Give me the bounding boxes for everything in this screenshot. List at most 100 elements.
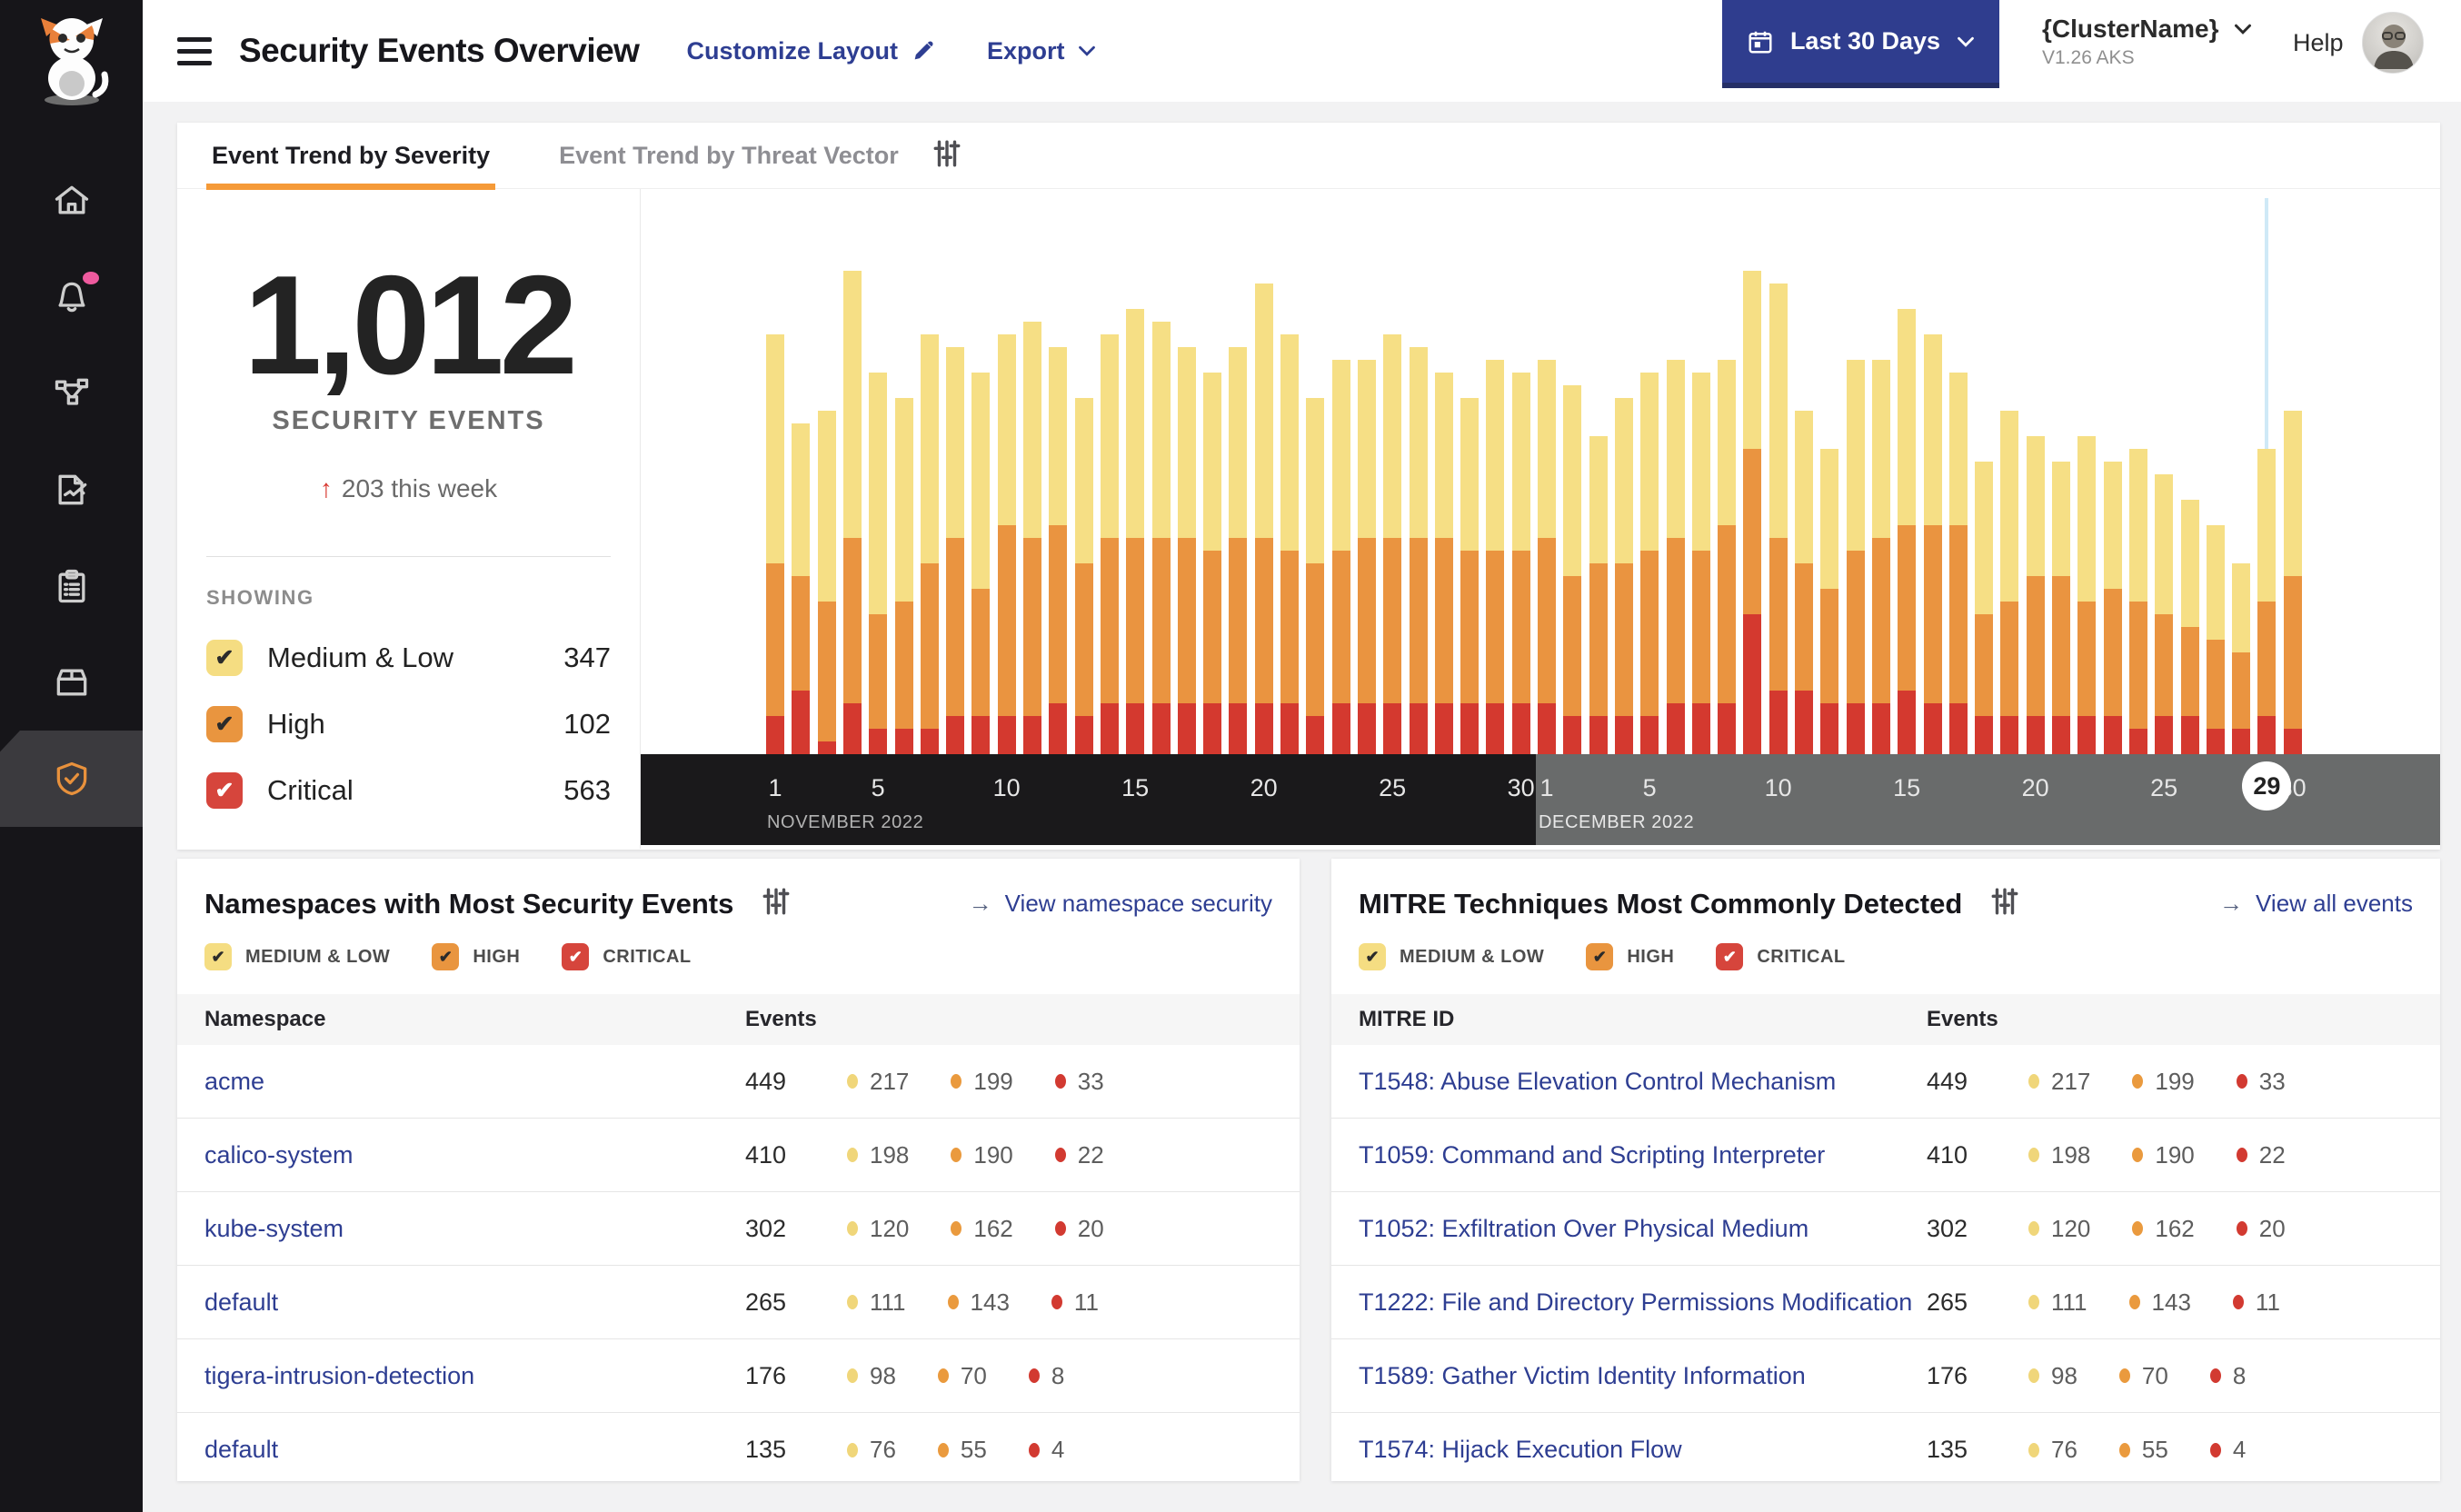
stacked-bar-dec-1[interactable] [1538, 360, 1556, 754]
row-link[interactable]: calico-system [177, 1141, 745, 1169]
stacked-bar-nov-1[interactable] [766, 334, 784, 754]
app-logo-cat-mascot[interactable] [28, 13, 115, 112]
stacked-bar-nov-21[interactable] [1280, 334, 1299, 754]
severity-filter-medium_low[interactable]: ✔ Medium & Low 347 [206, 640, 611, 676]
row-link[interactable]: T1222: File and Directory Permissions Mo… [1331, 1288, 1927, 1317]
stacked-bar-nov-30[interactable] [1511, 373, 1530, 754]
checkbox-checked-icon[interactable]: ✔ [1586, 943, 1614, 970]
stacked-bar-nov-3[interactable] [817, 411, 836, 754]
sidebar-item-compliance[interactable] [0, 538, 143, 634]
mitre-settings-button[interactable] [1989, 886, 2020, 921]
stacked-bar-dec-30[interactable] [2283, 411, 2302, 754]
stacked-bar-nov-8[interactable] [946, 347, 965, 754]
row-link[interactable]: T1059: Command and Scripting Interpreter [1331, 1141, 1927, 1169]
sidebar-item-threat-defense[interactable] [0, 731, 143, 827]
help-link[interactable]: Help [2293, 29, 2344, 57]
stacked-bar-dec-12[interactable] [1820, 449, 1839, 754]
selected-day-marker[interactable]: 29 [2242, 761, 2292, 811]
stacked-bar-dec-15[interactable] [1898, 309, 1917, 754]
row-link[interactable]: default [177, 1288, 745, 1317]
checkbox-checked-icon[interactable]: ✔ [206, 706, 243, 742]
x-axis[interactable]: 1 5 10 15 20 25 30 NOVEMBER 2022 1 5 10 15 20 25 30 DEC… [641, 754, 2440, 845]
stacked-bar-nov-7[interactable] [920, 334, 939, 754]
row-link[interactable]: T1548: Abuse Elevation Control Mechanism [1331, 1068, 1927, 1096]
stacked-bar-dec-18[interactable] [1975, 462, 1994, 754]
stacked-bar-nov-9[interactable] [971, 373, 991, 754]
stacked-bar-nov-14[interactable] [1100, 334, 1119, 754]
stacked-bar-nov-23[interactable] [1331, 360, 1350, 754]
stacked-bar-nov-4[interactable] [842, 271, 862, 754]
checkbox-checked-icon[interactable]: ✔ [206, 640, 243, 676]
checkbox-checked-icon[interactable]: ✔ [204, 943, 232, 970]
stacked-bar-dec-4[interactable] [1614, 398, 1633, 754]
tab-event-trend-by-severity[interactable]: Event Trend by Severity [206, 123, 496, 190]
filter-chip-high[interactable]: ✔ HIGH [1586, 943, 1674, 970]
stacked-bar-nov-15[interactable] [1126, 309, 1145, 754]
stacked-bar-nov-25[interactable] [1383, 334, 1402, 754]
row-link[interactable]: default [177, 1436, 745, 1464]
stacked-bar-nov-17[interactable] [1177, 347, 1196, 754]
row-link[interactable]: T1574: Hijack Execution Flow [1331, 1436, 1927, 1464]
stacked-bar-nov-2[interactable] [792, 423, 811, 754]
checkbox-checked-icon[interactable]: ✔ [206, 772, 243, 809]
stacked-bar-dec-16[interactable] [1923, 334, 1942, 754]
sidebar-item-service-graph[interactable] [0, 345, 143, 442]
sidebar-item-alerts[interactable] [0, 249, 143, 345]
chart-settings-button[interactable] [932, 138, 962, 174]
checkbox-checked-icon[interactable]: ✔ [1359, 943, 1386, 970]
stacked-bar-nov-22[interactable] [1306, 398, 1325, 754]
stacked-bar-nov-26[interactable] [1409, 347, 1428, 754]
tab-event-trend-by-threat-vector[interactable]: Event Trend by Threat Vector [553, 123, 904, 189]
stacked-bar-dec-23[interactable] [2103, 462, 2122, 754]
stacked-bar-nov-16[interactable] [1151, 322, 1171, 754]
stacked-bar-dec-29[interactable] [2257, 449, 2277, 754]
stacked-bar-nov-10[interactable] [997, 334, 1016, 754]
stacked-bar-dec-14[interactable] [1871, 360, 1890, 754]
stacked-bar-dec-5[interactable] [1640, 373, 1659, 754]
stacked-bar-nov-11[interactable] [1023, 322, 1041, 754]
stacked-bar-nov-28[interactable] [1460, 398, 1480, 754]
stacked-bar-nov-19[interactable] [1229, 347, 1248, 754]
row-link[interactable]: T1052: Exfiltration Over Physical Medium [1331, 1215, 1927, 1243]
filter-chip-high[interactable]: ✔ HIGH [432, 943, 520, 970]
filter-chip-critical[interactable]: ✔ CRITICAL [1716, 943, 1845, 970]
stacked-bar-nov-12[interactable] [1049, 347, 1068, 754]
stacked-bar-dec-6[interactable] [1666, 360, 1685, 754]
stacked-bar-nov-29[interactable] [1486, 360, 1505, 754]
export-button[interactable]: Export [987, 37, 1096, 65]
severity-filter-high[interactable]: ✔ High 102 [206, 706, 611, 742]
stacked-bar-dec-2[interactable] [1563, 385, 1582, 754]
view-namespace-security-link[interactable]: → View namespace security [969, 890, 1272, 918]
checkbox-checked-icon[interactable]: ✔ [432, 943, 460, 970]
namespaces-settings-button[interactable] [761, 886, 792, 921]
checkbox-checked-icon[interactable]: ✔ [1716, 943, 1744, 970]
stacked-bar-nov-27[interactable] [1434, 373, 1453, 754]
sidebar-item-policies[interactable] [0, 442, 143, 538]
filter-chip-medium_low[interactable]: ✔ MEDIUM & LOW [204, 943, 390, 970]
stacked-bar-nov-18[interactable] [1203, 373, 1222, 754]
stacked-bar-dec-10[interactable] [1769, 284, 1788, 754]
filter-chip-medium_low[interactable]: ✔ MEDIUM & LOW [1359, 943, 1544, 970]
stacked-bar-dec-13[interactable] [1846, 360, 1865, 754]
stacked-bar-dec-28[interactable] [2232, 563, 2251, 754]
filter-chip-critical[interactable]: ✔ CRITICAL [562, 943, 691, 970]
cluster-selector[interactable]: {ClusterName} V1.26 AKS [2042, 15, 2252, 69]
user-avatar[interactable] [2362, 12, 2424, 74]
stacked-bar-nov-24[interactable] [1357, 360, 1376, 754]
row-link[interactable]: acme [177, 1068, 745, 1096]
stacked-bar-dec-19[interactable] [2000, 411, 2019, 754]
stacked-bar-dec-26[interactable] [2180, 500, 2199, 754]
date-range-button[interactable]: Last 30 Days [1722, 0, 1999, 88]
stacked-bar-dec-25[interactable] [2155, 474, 2174, 754]
stacked-bar-dec-24[interactable] [2128, 449, 2147, 754]
stacked-bar-dec-3[interactable] [1589, 436, 1608, 754]
stacked-bar-dec-11[interactable] [1795, 411, 1813, 754]
stacked-bar-dec-22[interactable] [2077, 436, 2097, 754]
stacked-bar-dec-8[interactable] [1718, 360, 1737, 754]
view-all-events-link[interactable]: → View all events [2219, 890, 2413, 918]
stacked-bar-dec-20[interactable] [2026, 436, 2045, 754]
row-link[interactable]: T1589: Gather Victim Identity Informatio… [1331, 1362, 1927, 1390]
sidebar-item-workloads[interactable] [0, 634, 143, 731]
stacked-bar-dec-9[interactable] [1743, 271, 1762, 754]
checkbox-checked-icon[interactable]: ✔ [562, 943, 590, 970]
